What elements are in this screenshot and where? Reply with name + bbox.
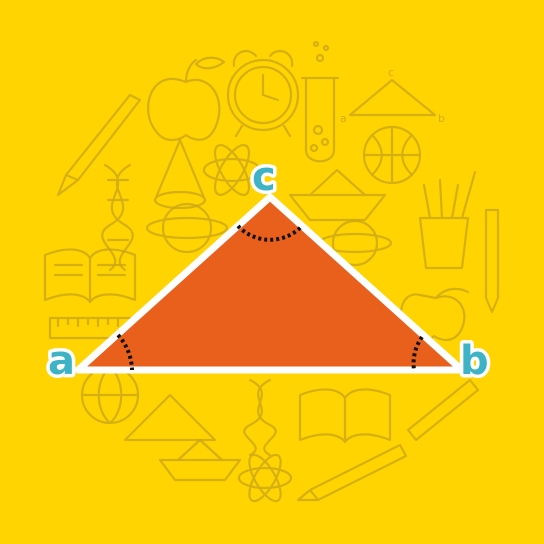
scene: a b c c a b (0, 0, 544, 544)
vertex-label-c: c (252, 154, 276, 200)
vertex-label-b: b (460, 338, 489, 384)
diagram-label-b: b (438, 112, 445, 125)
diagram-label-a: a (340, 112, 347, 125)
vertex-label-a: a (48, 338, 75, 384)
basketball-icon (362, 125, 422, 185)
diagram-label-c: c (388, 66, 394, 79)
